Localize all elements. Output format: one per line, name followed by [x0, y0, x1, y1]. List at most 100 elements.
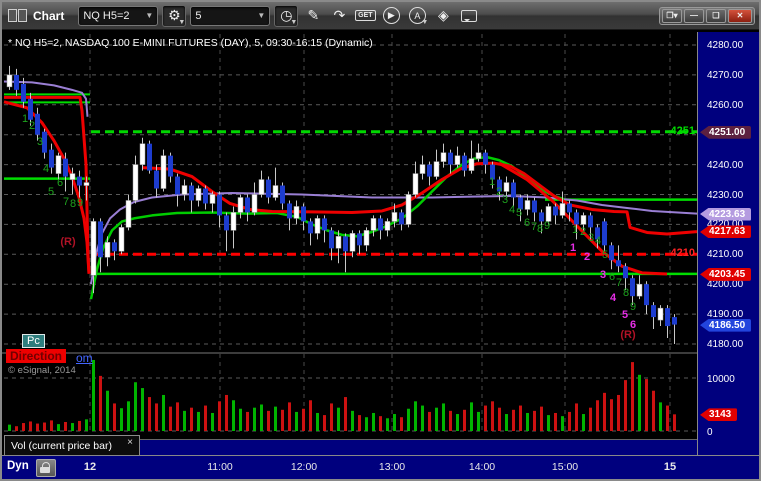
volume-bar [211, 412, 214, 431]
title-bar: Chart NQ H5=2 ▼ ⚙ ▼ 5 ▼ ◷ ▼ ✎ ↷ GET ▶ A … [2, 2, 759, 30]
volume-bar [295, 411, 298, 431]
candle [112, 242, 117, 252]
draw-tool-button[interactable]: ✎ [302, 6, 324, 26]
count-green: 4 [594, 235, 602, 247]
volume-bar [547, 415, 550, 431]
candle [230, 212, 237, 231]
volume-bar [512, 409, 515, 431]
get-data-button[interactable]: GET [354, 6, 376, 26]
volume-bar [274, 406, 277, 431]
symbol-value: NQ H5=2 [83, 9, 130, 22]
volume-bar [393, 414, 396, 431]
count-green: 2 [28, 120, 36, 132]
volume-bar [617, 394, 620, 431]
volume-bar [71, 423, 74, 431]
candle [293, 206, 300, 219]
volume-bar [631, 362, 634, 431]
minimize-button[interactable]: — [684, 8, 704, 23]
candle [168, 155, 173, 177]
candle [399, 212, 404, 225]
candle [49, 149, 54, 168]
volume-bar [379, 416, 382, 431]
candle [349, 233, 356, 252]
alerts-button[interactable]: A ▼ [406, 6, 428, 26]
count-green: 1 [21, 113, 29, 125]
dyn-mode-label[interactable]: Dyn [7, 460, 29, 472]
candle [98, 221, 103, 258]
volume-bar [323, 415, 326, 431]
volume-bar [463, 409, 466, 431]
volume-bar [358, 415, 361, 431]
interval-select[interactable]: 5 ▼ [190, 5, 271, 26]
time-label: 12:00 [290, 461, 318, 473]
candle [427, 164, 432, 177]
volume-bar [239, 408, 242, 431]
candle [503, 182, 510, 192]
volume-bar [449, 410, 452, 431]
symbol-select[interactable]: NQ H5=2 ▼ [78, 5, 159, 26]
candle [391, 212, 398, 222]
volume-bar [78, 420, 81, 431]
candle [272, 185, 279, 198]
volume-bar [50, 420, 53, 431]
count-green: 3 [587, 232, 595, 244]
volume-bar [183, 410, 186, 431]
time-axis-bar[interactable]: Dyn 12 11:00 12:00 13:00 14:00 15:00 15 [2, 455, 759, 479]
volume-bar [351, 410, 354, 431]
close-icon[interactable]: × [127, 437, 133, 448]
count-green: 6 [523, 217, 531, 229]
time-label: 15:00 [551, 461, 579, 473]
volume-bar [29, 421, 32, 431]
time-label: 14:00 [468, 461, 496, 473]
volume-bar [218, 401, 221, 431]
price-axis-panel[interactable]: 4180.00 4190.00 4200.00 4210.00 4220.00 4230.… [697, 32, 759, 455]
volume-bar [526, 412, 529, 431]
lock-icon[interactable] [36, 459, 56, 477]
candle [83, 182, 90, 186]
volume-tab[interactable]: Vol (current price bar) × [4, 435, 140, 455]
time-interval-button[interactable]: ◷ ▼ [274, 4, 299, 27]
window-title: Chart [33, 8, 65, 23]
volume-bar [470, 402, 473, 431]
time-label: 15 [663, 461, 677, 473]
maximize-button[interactable]: ❑ [706, 8, 726, 23]
reload-button[interactable]: ↷ [328, 6, 350, 26]
count-green: 5 [601, 249, 609, 261]
price-tick: 4280.00 [707, 40, 744, 51]
candle [251, 194, 258, 213]
symbol-settings-button[interactable]: ⚙ ▼ [162, 4, 187, 27]
count-green: 8 [69, 198, 77, 210]
volume-bar [365, 417, 368, 431]
chart-area[interactable]: 4180.00 4190.00 4200.00 4210.00 4220.00 4230.… [2, 30, 759, 479]
candle [266, 179, 271, 198]
candle [77, 176, 82, 186]
candle [588, 215, 593, 228]
restore-button[interactable]: ❐▾ [662, 8, 682, 23]
volume-bar [176, 402, 179, 431]
reversal-label: (R) [620, 329, 636, 341]
restore-icon: ❐ [666, 10, 674, 20]
close-button[interactable]: ✕ [728, 8, 752, 23]
pc-study-badge[interactable]: Pc [22, 334, 45, 348]
play-button[interactable]: ▶ [380, 6, 402, 26]
candle [483, 152, 488, 165]
volume-bar [190, 407, 193, 431]
volume-bar [435, 407, 438, 431]
volume-bar [582, 414, 585, 431]
volume-bar [645, 379, 648, 431]
volume-bar [8, 424, 11, 431]
chart-pane-title: * NQ H5=2, NASDAQ 100 E-MINI FUTURES (DA… [8, 37, 373, 49]
direction-study-badge[interactable]: Direction [6, 349, 67, 363]
candle [567, 203, 572, 213]
volume-bar [232, 400, 235, 431]
chart-window: Chart NQ H5=2 ▼ ⚙ ▼ 5 ▼ ◷ ▼ ✎ ↷ GET ▶ A … [0, 0, 761, 481]
candle [147, 143, 152, 171]
volume-bar [673, 414, 676, 431]
candle [55, 155, 62, 174]
count-magenta: 1 [569, 242, 577, 254]
candle [419, 164, 426, 174]
navigate-button[interactable]: ◈ [432, 6, 454, 26]
price-volume-plot [2, 34, 698, 432]
note-button[interactable] [458, 6, 480, 26]
count-green: 7 [615, 277, 623, 289]
